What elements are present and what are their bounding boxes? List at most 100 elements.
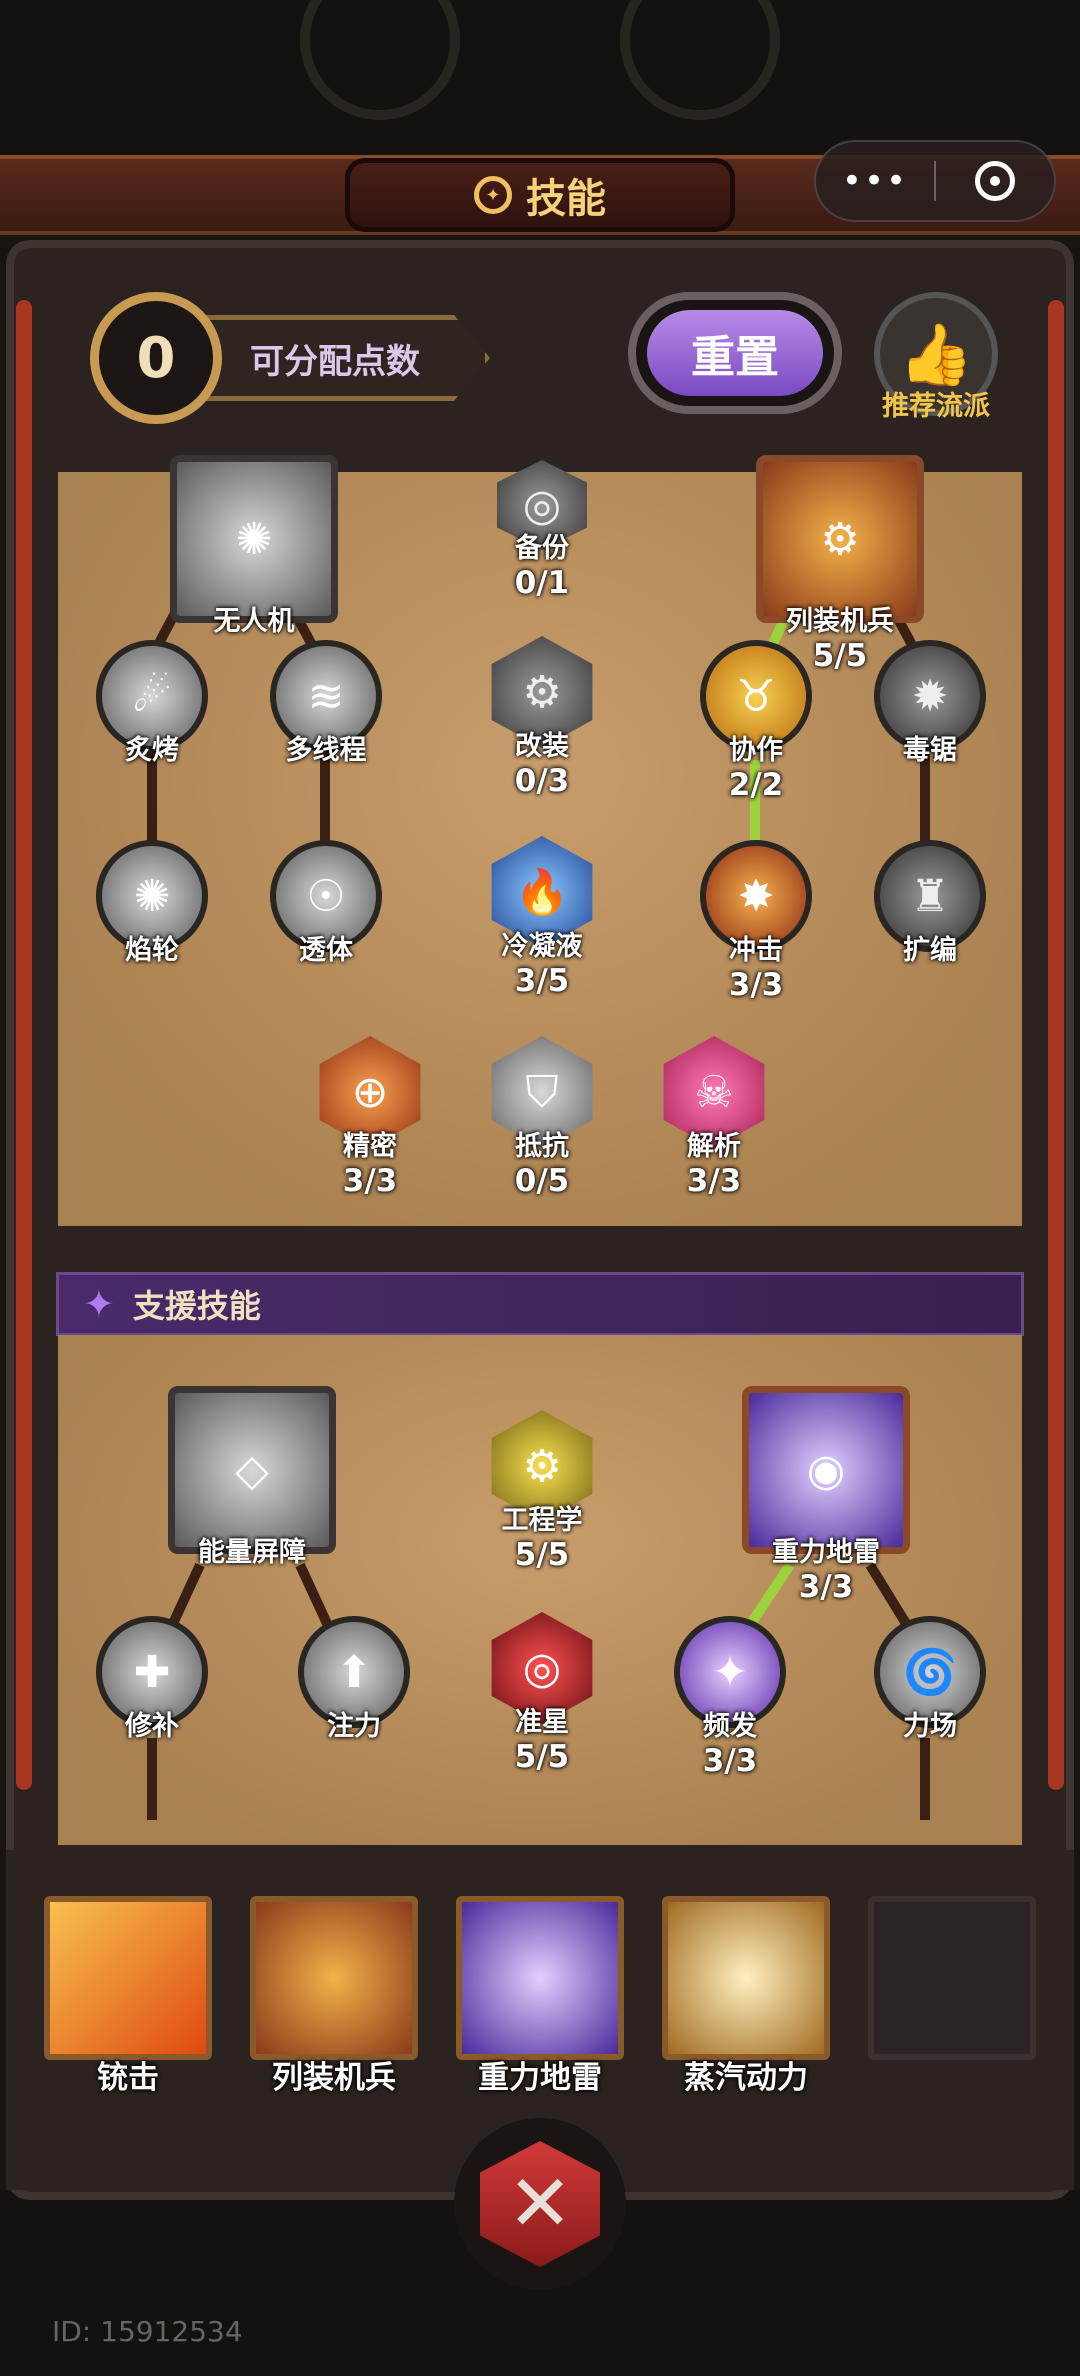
gravity-mine-icon: ◉ (742, 1386, 910, 1554)
skill-name: 透体 (299, 935, 353, 966)
mech-soldier-icon (250, 1896, 418, 2060)
skill-level: 3/3 (342, 1163, 398, 1199)
skill-level: 3/3 (702, 1743, 758, 1779)
skill-node-engineering[interactable]: ⚙ 工程学 5/5 (472, 1410, 612, 1573)
points-label: 可分配点数 (250, 341, 420, 382)
frame-right-rail (1048, 300, 1064, 1790)
skill-name: 准星 (515, 1707, 569, 1738)
skill-node-precision[interactable]: ⊕ 精密 3/3 (300, 1036, 440, 1199)
skill-name: 抵抗 (515, 1131, 569, 1162)
equipped-slot-4[interactable]: 蒸汽动力 (662, 1896, 830, 2097)
skill-level: 0/3 (514, 763, 570, 799)
skill-name: 无人机 (213, 606, 295, 637)
skill-node-backup[interactable]: ◎ 备份 0/1 (472, 460, 612, 601)
steam-power-icon (662, 1896, 830, 2060)
skill-node-energy-barrier[interactable]: ◇ 能量屏障 (168, 1386, 336, 1569)
slot-label: 蒸汽动力 (684, 2060, 808, 2096)
empty-slot-icon (868, 1896, 1036, 2060)
skill-name: 列装机兵 (786, 606, 894, 637)
skill-name: 毒锯 (903, 735, 957, 766)
skill-name: 协作 (729, 735, 783, 766)
skill-name: 冷凝液 (501, 931, 583, 962)
skill-name: 改装 (515, 731, 569, 762)
skill-node-frequent[interactable]: ✦ 频发 3/3 (660, 1616, 800, 1779)
top-ornament (0, 0, 1080, 160)
skill-name: 频发 (703, 1711, 757, 1742)
skill-level: 2/2 (728, 767, 784, 803)
close-program-button[interactable] (936, 161, 1054, 201)
equipped-slot-1[interactable]: 铳击 (44, 1896, 212, 2097)
support-section-header: ✦ 支援技能 (56, 1272, 1024, 1336)
skill-level: 5/5 (514, 1537, 570, 1573)
skill-node-resist[interactable]: ⛉ 抵抗 0/5 (472, 1036, 612, 1199)
skill-node-expand[interactable]: ♜ 扩编 (860, 840, 1000, 967)
skill-node-modify[interactable]: ⚙ 改装 0/3 (472, 636, 612, 799)
skill-node-poison-saw[interactable]: ✹ 毒锯 (860, 640, 1000, 767)
mini-program-capsule: ••• (814, 140, 1056, 222)
skill-name: 注力 (327, 1711, 381, 1742)
gravity-mine-icon (456, 1896, 624, 2060)
equipped-slot-2[interactable]: 列装机兵 (250, 1896, 418, 2097)
skill-level: 3/3 (728, 967, 784, 1003)
skill-level: 3/3 (798, 1569, 854, 1605)
skill-level: 5/5 (514, 1739, 570, 1775)
target-icon (974, 161, 1015, 201)
title-plate: ✦ 技能 (345, 158, 735, 232)
gun-strike-icon (44, 1896, 212, 2060)
skill-node-drone[interactable]: ✺ 无人机 (170, 455, 338, 638)
drone-icon: ✺ (170, 455, 338, 623)
slot-label: 铳击 (97, 2060, 159, 2096)
equipped-slot-3[interactable]: 重力地雷 (456, 1896, 624, 2097)
skill-name: 重力地雷 (772, 1537, 880, 1568)
skill-node-gravity-mine[interactable]: ◉ 重力地雷 3/3 (742, 1386, 910, 1605)
points-plate: 可分配点数 (190, 315, 490, 401)
reset-button[interactable]: 重置 (628, 292, 842, 414)
recommend-build-button[interactable]: 👍 推荐流派 (868, 292, 1004, 432)
slot-label: 重力地雷 (478, 2060, 602, 2096)
skill-name: 工程学 (501, 1505, 583, 1536)
skill-node-sight[interactable]: ◎ 准星 5/5 (472, 1612, 612, 1775)
close-button[interactable]: ✕ (454, 2118, 626, 2290)
skill-level: 0/1 (514, 565, 570, 601)
skill-level: 3/5 (514, 963, 570, 999)
skill-name: 解析 (687, 1131, 741, 1162)
more-button[interactable]: ••• (816, 161, 934, 201)
skill-node-impact[interactable]: ✸ 冲击 3/3 (686, 840, 826, 1003)
skill-node-pierce[interactable]: ☉ 透体 (256, 840, 396, 967)
skill-name: 焰轮 (125, 935, 179, 966)
close-icon: ✕ (480, 2141, 600, 2267)
skill-node-analyze[interactable]: ☠ 解析 3/3 (644, 1036, 784, 1199)
barrier-icon: ◇ (168, 1386, 336, 1554)
skill-node-focus[interactable]: ⬆ 注力 (284, 1616, 424, 1743)
mech-soldier-icon: ⚙ (756, 455, 924, 623)
skill-name: 多线程 (285, 735, 367, 766)
skill-name: 冲击 (729, 935, 783, 966)
gear-icon: ✦ (474, 176, 512, 214)
skill-level: 3/3 (686, 1163, 742, 1199)
skill-node-condensate[interactable]: 🔥 冷凝液 3/5 (472, 836, 612, 999)
page-title: 技能 (526, 176, 606, 222)
skill-name: 修补 (125, 1711, 179, 1742)
user-id: ID: 15912534 (52, 2315, 243, 2348)
skill-name: 力场 (903, 1711, 957, 1742)
skill-node-repair[interactable]: ✚ 修补 (82, 1616, 222, 1743)
equipped-slot-empty[interactable] (868, 1896, 1036, 2060)
support-section-title: 支援技能 (132, 1287, 261, 1325)
star-icon: ✦ (83, 1282, 115, 1326)
skill-name: 备份 (515, 533, 569, 564)
skill-node-multithread[interactable]: ≋ 多线程 (256, 640, 396, 767)
skill-name: 精密 (343, 1131, 397, 1162)
skill-name: 炙烤 (125, 735, 179, 766)
slot-label: 列装机兵 (272, 2060, 396, 2096)
skill-node-roast[interactable]: ☄ 炙烤 (82, 640, 222, 767)
skill-node-cooperate[interactable]: ♉ 协作 2/2 (686, 640, 826, 803)
skill-node-force-field[interactable]: 🌀 力场 (860, 1616, 1000, 1743)
skill-name: 能量屏障 (198, 1537, 306, 1568)
points-value: 0 (90, 292, 222, 424)
frame-left-rail (16, 300, 32, 1790)
reset-label: 重置 (647, 310, 823, 396)
skill-name: 扩编 (903, 935, 957, 966)
skill-node-flame-wheel[interactable]: ✺ 焰轮 (82, 840, 222, 967)
recommend-label: 推荐流派 (882, 391, 990, 422)
skill-level: 0/5 (514, 1163, 570, 1199)
